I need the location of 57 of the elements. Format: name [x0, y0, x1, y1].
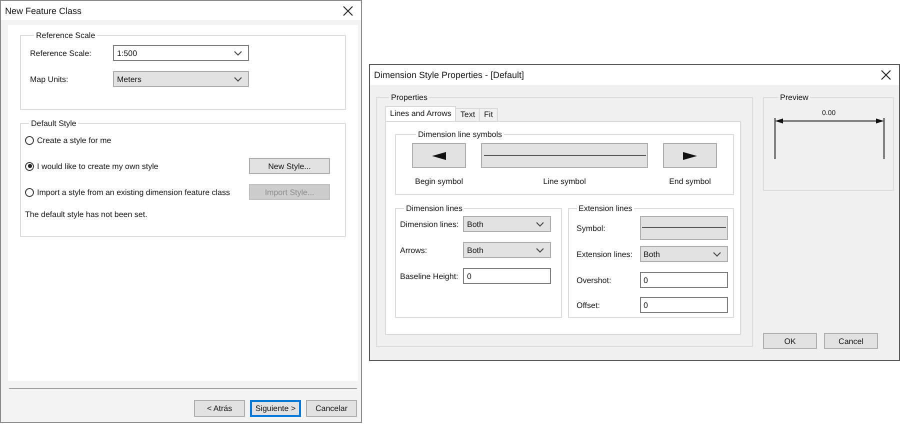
dropdown[interactable]: Meters [113, 71, 249, 87]
option-label[interactable]: Create a style for me [37, 136, 249, 144]
field-label: Dimension lines: [400, 220, 460, 228]
field-label: Offset: [576, 300, 601, 310]
group-title: Extension lines [578, 204, 634, 213]
chevron-icon [234, 50, 242, 56]
symbol-button[interactable] [663, 143, 717, 168]
symbol-label: End symbol [669, 177, 711, 186]
field-label: Extension lines: [576, 250, 634, 258]
input-field[interactable]: 0 [640, 272, 728, 288]
button[interactable]: Cancelar [306, 400, 357, 417]
group-title: Dimension line symbols [417, 130, 504, 139]
line-icon [642, 227, 726, 229]
field-label: Arrows: [400, 246, 428, 254]
window-title: New Feature Class [5, 6, 82, 16]
option-label[interactable]: Import a style from an existing dimension feature class [37, 188, 249, 196]
group-title: Dimension lines [405, 204, 464, 213]
radio-button[interactable] [25, 136, 34, 144]
line-icon [484, 154, 646, 156]
button[interactable]: New Style... [249, 158, 330, 174]
field-label: Map Units: [30, 74, 70, 84]
dropdown[interactable]: Both [640, 246, 728, 262]
symbol-label: Begin symbol [414, 177, 464, 186]
symbol-label: Line symbol [543, 177, 586, 186]
button[interactable]: < Atrás [194, 400, 245, 417]
field-label: Overshot: [576, 276, 612, 284]
close-icon [343, 6, 353, 16]
radio-button[interactable] [25, 188, 34, 196]
arrow-right-icon [683, 152, 697, 160]
option-label[interactable]: I would like to create my own style [37, 162, 249, 170]
field-label: Symbol: [576, 224, 606, 232]
input-field[interactable]: 0 [640, 297, 728, 313]
combo-box[interactable]: 1:500 [113, 45, 249, 61]
chevron-icon [536, 222, 544, 226]
group-title: Preview [779, 93, 810, 102]
close-icon [881, 70, 891, 80]
chevron-icon [536, 248, 544, 252]
tab[interactable]: Lines and Arrows [385, 106, 456, 121]
button[interactable]: OK [763, 333, 817, 349]
symbol-button[interactable] [412, 143, 466, 168]
group-title: Properties [390, 93, 428, 102]
group-title: Default Style [30, 119, 78, 128]
dropdown[interactable]: Both [463, 242, 551, 258]
chevron-icon [712, 252, 720, 256]
group-title: Reference Scale [35, 31, 96, 40]
status-text: The default style has not been set. [25, 210, 148, 219]
button[interactable]: Siguiente > [250, 400, 301, 417]
chevron-icon [234, 76, 242, 82]
input-field[interactable]: 0 [463, 268, 551, 284]
button[interactable]: Cancel [824, 333, 878, 349]
window-title: Dimension Style Properties - [Default] [374, 70, 524, 80]
field-label: Baseline Height: [400, 272, 460, 280]
radio-button[interactable] [25, 162, 34, 170]
tab[interactable]: Fit [479, 108, 498, 121]
field-label: Reference Scale: [30, 48, 92, 58]
arrow-left-icon [432, 152, 446, 160]
dropdown[interactable]: Both [463, 216, 551, 232]
